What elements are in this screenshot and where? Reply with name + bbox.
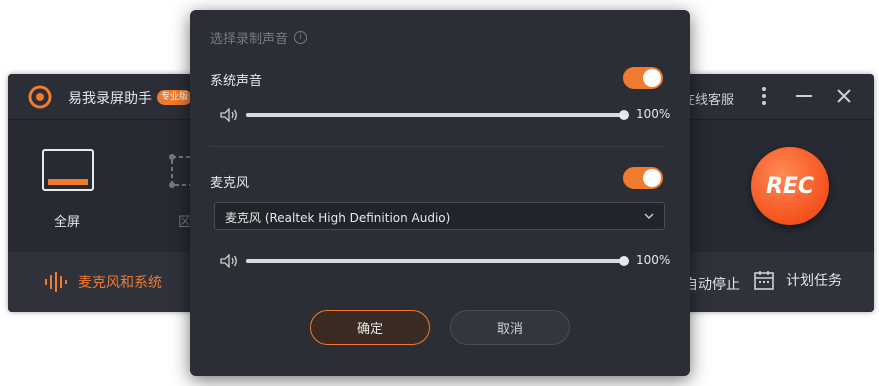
- more-menu-button[interactable]: [754, 86, 774, 106]
- fullscreen-mode-label[interactable]: 全屏: [54, 211, 80, 230]
- fullscreen-mode-icon[interactable]: [42, 149, 94, 191]
- confirm-button[interactable]: 确定: [310, 310, 430, 345]
- dialog-title-text: 选择录制声音: [210, 32, 289, 47]
- microphone-volume-thumb[interactable]: [619, 256, 629, 266]
- audio-select-dialog: 选择录制声音 i 系统声音 100% 麦克风 麦克风 (Realtek High…: [190, 10, 690, 376]
- microphone-volume-value: 100%: [636, 253, 671, 267]
- dialog-title: 选择录制声音 i: [210, 28, 308, 47]
- info-icon[interactable]: i: [294, 31, 308, 44]
- schedule-label: 计划任务: [786, 273, 842, 289]
- calendar-icon: [754, 271, 774, 290]
- more-vertical-icon: [762, 87, 766, 105]
- cancel-button[interactable]: 取消: [450, 310, 570, 345]
- minimize-button[interactable]: [794, 86, 814, 106]
- rec-button[interactable]: REC: [751, 147, 829, 225]
- speaker-volume-icon: [220, 254, 237, 268]
- schedule-button[interactable]: 计划任务: [754, 270, 842, 290]
- system-volume-value: 100%: [636, 107, 671, 121]
- chevron-down-icon: [644, 213, 654, 219]
- app-title: 易我录屏助手: [68, 91, 152, 107]
- microphone-volume-slider[interactable]: [246, 256, 629, 266]
- microphone-device-value: 麦克风 (Realtek High Definition Audio): [225, 211, 451, 225]
- toggle-knob: [643, 69, 661, 87]
- section-divider: [210, 146, 664, 147]
- close-icon: [837, 89, 851, 103]
- minimize-icon: [796, 95, 812, 97]
- toggle-knob: [643, 169, 661, 187]
- speaker-volume-icon: [220, 108, 237, 122]
- pro-badge: 专业版: [157, 90, 193, 105]
- microphone-toggle[interactable]: [623, 167, 663, 189]
- system-sound-label: 系统声音: [210, 74, 263, 89]
- app-logo-icon: [28, 85, 52, 109]
- close-button[interactable]: [834, 86, 854, 106]
- audio-source-label: 麦克风和系统: [78, 275, 162, 291]
- fullscreen-bar: [48, 179, 88, 185]
- microphone-label: 麦克风: [210, 176, 250, 191]
- system-volume-thumb[interactable]: [619, 110, 629, 120]
- microphone-device-select[interactable]: 麦克风 (Realtek High Definition Audio): [214, 202, 665, 230]
- audio-wave-icon: [45, 272, 67, 292]
- audio-source-button[interactable]: 麦克风和系统: [44, 272, 162, 292]
- auto-stop-button[interactable]: 自动停止: [684, 274, 740, 294]
- system-sound-toggle[interactable]: [623, 67, 663, 89]
- system-volume-slider[interactable]: [246, 110, 629, 120]
